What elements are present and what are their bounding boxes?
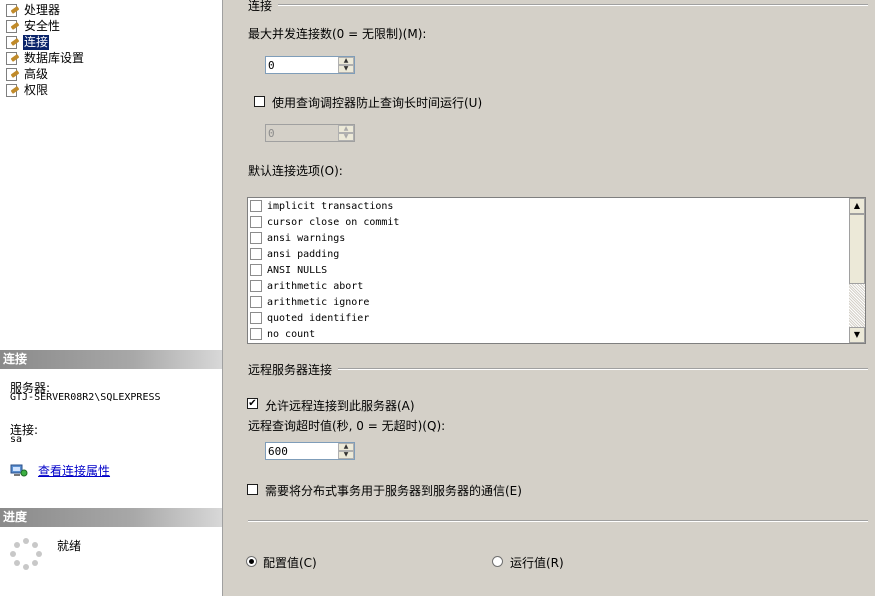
spinner-up-icon[interactable]: ▲ <box>338 57 354 65</box>
nav-item[interactable]: 数据库设置 <box>4 50 85 66</box>
option-row[interactable]: arithmetic abort <box>250 278 363 294</box>
option-checkbox[interactable] <box>250 232 262 244</box>
option-row[interactable]: no count <box>250 326 315 342</box>
default-options-label: 默认连接选项(O): <box>248 164 343 178</box>
option-label: ansi padding <box>267 248 340 260</box>
option-checkbox[interactable] <box>250 312 262 324</box>
connection-properties-icon <box>10 462 28 478</box>
option-checkbox[interactable] <box>250 296 262 308</box>
spinner-up-icon: ▲ <box>338 125 354 133</box>
page-wrench-icon <box>4 67 20 81</box>
option-row[interactable]: arithmetic ignore <box>250 294 369 310</box>
view-connection-properties-link[interactable]: 查看连接属性 <box>38 462 110 479</box>
connection-value: sa <box>10 434 23 445</box>
option-checkbox[interactable] <box>250 264 262 276</box>
query-governor-checkbox[interactable] <box>254 96 265 107</box>
option-checkbox[interactable] <box>250 216 262 228</box>
nav-item-label: 高级 <box>24 66 49 81</box>
bottom-separator <box>248 520 868 522</box>
distributed-tx-checkbox[interactable] <box>247 484 258 495</box>
option-checkbox[interactable] <box>250 248 262 260</box>
server-value: GTJ-SERVER08R2\SQLEXPRESS <box>10 392 161 403</box>
nav-item[interactable]: 权限 <box>4 82 49 98</box>
option-checkbox[interactable] <box>250 280 262 292</box>
distributed-tx-label: 需要将分布式事务用于服务器到服务器的通信(E) <box>265 484 522 498</box>
option-label: ANSI NULLS <box>267 264 328 276</box>
max-connections-spinner[interactable]: ▲▼ <box>265 56 355 74</box>
option-row[interactable]: ansi padding <box>250 246 339 262</box>
nav-item[interactable]: 连接 <box>4 34 50 50</box>
option-label: arithmetic abort <box>267 280 364 292</box>
remote-timeout-label: 远程查询超时值(秒, 0 = 无超时)(Q): <box>248 419 446 433</box>
default-connection-options-list[interactable]: implicit transactions cursor close on com… <box>247 197 866 344</box>
option-label: cursor close on commit <box>267 216 400 228</box>
running-value-radio[interactable] <box>492 556 503 567</box>
scroll-thumb[interactable] <box>849 214 865 284</box>
config-value-label: 配置值(C) <box>263 556 317 570</box>
progress-panel-header: 进度 <box>0 508 222 527</box>
nav-item-label: 权限 <box>24 82 49 97</box>
option-row[interactable]: quoted identifier <box>250 310 369 326</box>
nav-item[interactable]: 高级 <box>4 66 49 82</box>
group-remote-title: 远程服务器连接 <box>248 363 333 377</box>
page-wrench-icon <box>4 35 20 49</box>
group-remote-line <box>338 368 868 370</box>
option-row[interactable]: ansi warnings <box>250 230 345 246</box>
group-connections-title: 连接 <box>248 0 273 13</box>
option-label: no count <box>267 328 316 340</box>
option-label: quoted identifier <box>267 312 370 324</box>
nav-item-label: 数据库设置 <box>24 50 85 65</box>
spinner-down-icon[interactable]: ▼ <box>338 65 354 73</box>
nav-item-label: 安全性 <box>24 18 61 33</box>
spinner-down-icon[interactable]: ▼ <box>338 451 354 459</box>
option-checkbox[interactable] <box>250 200 262 212</box>
option-label: arithmetic ignore <box>267 296 370 308</box>
nav-item[interactable]: 安全性 <box>4 18 61 34</box>
page-wrench-icon <box>4 83 20 97</box>
scroll-track[interactable] <box>849 284 865 327</box>
remote-timeout-spinner[interactable]: ▲▼ <box>265 442 355 460</box>
nav-item-label: 处理器 <box>24 2 61 17</box>
running-value-label: 运行值(R) <box>510 556 564 570</box>
spinner-down-icon: ▼ <box>338 133 354 141</box>
option-row[interactable]: cursor close on commit <box>250 214 399 230</box>
query-governor-spinner: ▲▼ <box>265 124 355 142</box>
connection-panel-header: 连接 <box>0 350 222 369</box>
group-connections-line <box>278 4 868 6</box>
scroll-down-icon[interactable]: ▼ <box>849 327 865 343</box>
remote-timeout-input[interactable] <box>268 444 338 458</box>
spinner-up-icon[interactable]: ▲ <box>338 443 354 451</box>
option-label: implicit transactions <box>267 200 394 212</box>
options-scrollbar[interactable]: ▲ ▼ <box>849 198 865 343</box>
scroll-up-icon[interactable]: ▲ <box>849 198 865 214</box>
page-wrench-icon <box>4 3 20 17</box>
option-checkbox[interactable] <box>250 328 262 340</box>
query-governor-input <box>268 126 338 140</box>
option-label: ansi warnings <box>267 232 346 244</box>
left-pane: 处理器 安全性 连接 数据库设置 高级 权限 连接 服务器: GTJ-SERVER08R2… <box>0 0 223 596</box>
nav-item-label: 连接 <box>23 34 50 50</box>
query-governor-label: 使用查询调控器防止查询长时间运行(U) <box>272 96 483 110</box>
config-value-radio[interactable] <box>246 556 257 567</box>
option-row[interactable]: ANSI NULLS <box>250 262 327 278</box>
allow-remote-checkbox[interactable]: ✔ <box>247 398 258 409</box>
max-connections-label: 最大并发连接数(0 = 无限制)(M): <box>248 27 427 41</box>
page-wrench-icon <box>4 19 20 33</box>
allow-remote-label: 允许远程连接到此服务器(A) <box>265 399 415 413</box>
page-wrench-icon <box>4 51 20 65</box>
progress-spinner-icon <box>9 537 43 571</box>
progress-status: 就绪 <box>57 539 82 553</box>
nav-item[interactable]: 处理器 <box>4 2 61 18</box>
option-row[interactable]: implicit transactions <box>250 198 393 214</box>
max-connections-input[interactable] <box>268 58 338 72</box>
